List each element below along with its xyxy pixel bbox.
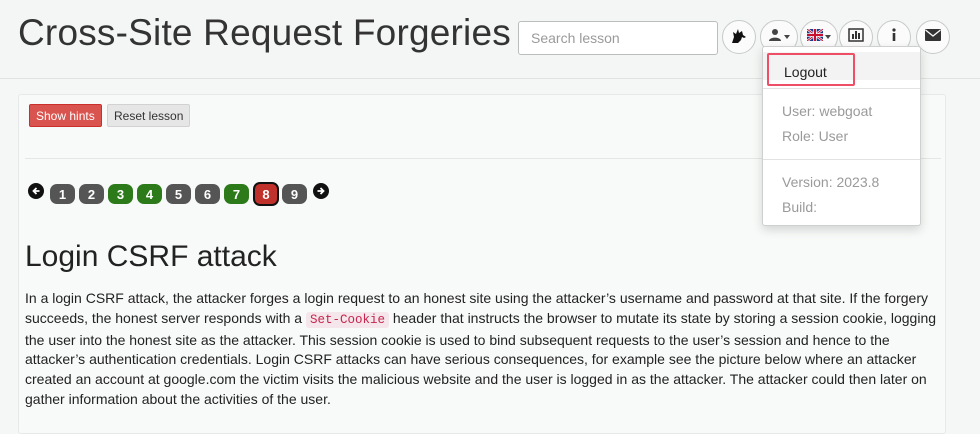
page-button-7[interactable]: 7 [224, 184, 249, 204]
next-page-button[interactable] [313, 183, 329, 199]
arrow-right-icon [317, 187, 325, 195]
envelope-icon [925, 28, 941, 46]
lesson-paragraph: In a login CSRF attack, the attacker for… [25, 289, 941, 410]
home-button[interactable] [722, 20, 756, 54]
chevron-down-icon [784, 35, 790, 39]
page-button-8[interactable]: 8 [253, 182, 279, 206]
info-icon [890, 27, 898, 47]
page-button-5[interactable]: 5 [166, 184, 191, 204]
page-button-4[interactable]: 4 [137, 184, 162, 204]
contact-button[interactable] [916, 20, 950, 54]
logout-menu-item[interactable]: Logout [763, 52, 920, 86]
search-input[interactable] [518, 21, 718, 55]
lesson-heading: Login CSRF attack [25, 240, 277, 273]
chart-icon [848, 27, 864, 47]
user-info: User: webgoat [782, 103, 873, 119]
page-button-2[interactable]: 2 [79, 184, 104, 204]
build-info: Build: [782, 199, 818, 215]
page-title: Cross-Site Request Forgeries [18, 12, 511, 53]
inline-code: Set-Cookie [305, 311, 389, 328]
page-button-9[interactable]: 9 [282, 184, 307, 204]
uk-flag-icon [806, 28, 824, 46]
version-info: Version: 2023.8 [782, 174, 880, 190]
wolf-icon [729, 25, 749, 50]
menu-divider [763, 159, 920, 160]
page-button-6[interactable]: 6 [195, 184, 220, 204]
role-info: Role: User [782, 128, 849, 144]
previous-page-button[interactable] [28, 183, 44, 199]
arrow-left-icon [32, 187, 40, 195]
page-button-3[interactable]: 3 [108, 184, 133, 204]
user-dropdown-menu: Logout User: webgoat Role: User Version:… [762, 46, 921, 226]
chevron-down-icon [825, 35, 831, 39]
show-hints-button[interactable]: Show hints [29, 104, 102, 127]
user-icon [768, 28, 782, 47]
page-button-1[interactable]: 1 [50, 184, 75, 204]
menu-divider [763, 88, 920, 89]
reset-lesson-button[interactable]: Reset lesson [107, 104, 191, 127]
logout-link[interactable]: Logout [767, 53, 855, 86]
